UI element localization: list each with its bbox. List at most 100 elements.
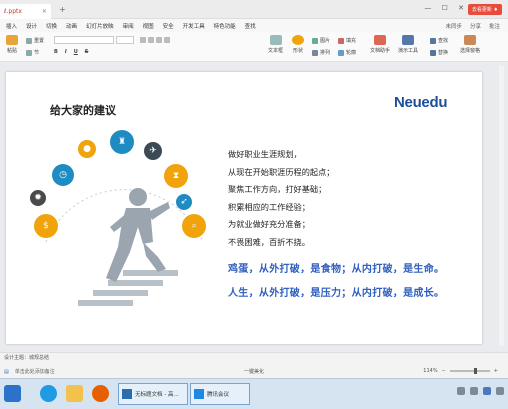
- fill-button[interactable]: 填充: [338, 37, 356, 44]
- document-tab[interactable]: ℓ.pptx ✕: [0, 3, 51, 19]
- assistant-label: 文档助手: [370, 48, 391, 54]
- stair-step: [93, 290, 148, 296]
- bold-button[interactable]: B: [54, 49, 58, 55]
- input-method-icon[interactable]: [483, 387, 491, 395]
- presentation-tools-label: 演示工具: [398, 48, 419, 54]
- shape-button[interactable]: 形状: [292, 35, 304, 54]
- taskbar-window-label: 腾讯会议: [207, 392, 230, 398]
- zoom-level: 114%: [423, 368, 438, 374]
- reset-label: 重置: [34, 38, 45, 44]
- menu-item-review[interactable]: 审阅: [123, 22, 134, 30]
- egg-slogan: 鸡蛋，从外打破，是食物；从内打破，是生命。: [228, 264, 445, 275]
- list-item: 做好职业生涯规划，: [228, 149, 302, 159]
- ribbon-toolbar: 粘贴 重置 节 B I U S 文本框 形状 图片 排列 填充 轮廓 文档助手 …: [0, 32, 508, 62]
- shape-label: 形状: [292, 48, 303, 54]
- window-controls[interactable]: — ☐ ✕: [424, 4, 468, 12]
- list-item: 聚焦工作方向，打好基础；: [228, 184, 327, 194]
- airplane-icon: ✈: [144, 142, 162, 160]
- textbox-button[interactable]: 文本框: [268, 35, 283, 54]
- paste-label: 粘贴: [6, 48, 17, 54]
- vertical-scrollbar[interactable]: [499, 66, 504, 346]
- section-button[interactable]: 节: [26, 49, 39, 56]
- zoom-slider[interactable]: [449, 368, 490, 374]
- select-pane-button[interactable]: 选择窗格: [460, 35, 480, 54]
- menu-bar: 插入 设计 切换 动画 幻灯片放映 审阅 视图 安全 开发工具 特色功能 查找 …: [0, 19, 508, 32]
- stair-step: [123, 270, 178, 276]
- zoom-knob[interactable]: [473, 368, 477, 374]
- presentation-tools-button[interactable]: 演示工具: [398, 35, 418, 54]
- share-button[interactable]: 分享: [470, 22, 481, 30]
- section-icon: [26, 49, 32, 56]
- menu-item-insert[interactable]: 插入: [6, 22, 17, 30]
- assistant-icon: [374, 35, 386, 45]
- doc-assistant-button[interactable]: 文档助手: [370, 35, 390, 54]
- reset-button[interactable]: 重置: [26, 37, 44, 44]
- font-size-field[interactable]: [116, 36, 134, 44]
- menu-item-developer[interactable]: 开发工具: [183, 22, 205, 30]
- menu-item-features[interactable]: 特色功能: [214, 22, 236, 30]
- stair-step: [78, 300, 133, 306]
- list-item: 为就业做好充分准备；: [228, 219, 310, 229]
- folder-icon[interactable]: [66, 385, 83, 402]
- arrange-label: 排列: [320, 50, 331, 56]
- advice-list: 做好职业生涯规划， 从现在开始职涯历程的起点； 聚焦工作方向，打好基础； 积累相…: [228, 146, 418, 251]
- money-bag-icon: $: [34, 214, 58, 238]
- strikethrough-button[interactable]: S: [85, 49, 89, 55]
- wps-icon: [122, 389, 132, 399]
- menu-item-animation[interactable]: 动画: [66, 22, 77, 30]
- notification-icon[interactable]: [496, 387, 504, 395]
- reset-icon: [26, 37, 32, 44]
- outdent-icon: [164, 37, 170, 43]
- man-silhouette: [106, 188, 170, 282]
- textbox-label: 文本框: [268, 48, 284, 54]
- menu-item-search[interactable]: 查找: [245, 22, 256, 30]
- start-icon[interactable]: [4, 385, 21, 402]
- menu-item-slideshow[interactable]: 幻灯片放映: [86, 22, 114, 30]
- arrange-button[interactable]: 排列: [312, 49, 330, 56]
- select-pane-label: 选择窗格: [460, 48, 481, 54]
- ie-icon[interactable]: [40, 385, 57, 402]
- menu-item-view[interactable]: 视图: [143, 22, 154, 30]
- paste-button[interactable]: 粘贴: [6, 35, 18, 54]
- taskbar-window-document[interactable]: 无标题文档 - 高...: [118, 383, 188, 405]
- picture-icon: [312, 37, 318, 44]
- menu-item-design[interactable]: 设计: [26, 22, 37, 30]
- meeting-icon: [194, 389, 204, 399]
- replace-icon: [430, 49, 436, 56]
- volume-icon[interactable]: [470, 387, 478, 395]
- apple-icon: ●: [78, 140, 96, 158]
- picture-button[interactable]: 图片: [312, 37, 330, 44]
- taskbar-window-meeting[interactable]: 腾讯会议: [190, 383, 250, 405]
- new-tab-icon[interactable]: +: [59, 5, 66, 14]
- beautify-button[interactable]: 一键美化: [244, 368, 264, 375]
- fill-icon: [338, 37, 344, 44]
- notes-placeholder[interactable]: 单击此处添加备注: [15, 368, 55, 375]
- numbered-list-icon: [148, 37, 154, 43]
- menu-item-transition[interactable]: 切换: [46, 22, 57, 30]
- underline-button[interactable]: U: [74, 49, 78, 55]
- paragraph-controls[interactable]: [140, 37, 170, 43]
- gear-icon: ✹: [30, 190, 46, 206]
- firefox-icon[interactable]: [92, 385, 109, 402]
- zoom-in-icon[interactable]: +: [494, 368, 498, 374]
- title-bar: ℓ.pptx ✕ + — ☐ ✕ 去看更新 ♦: [0, 0, 508, 19]
- network-icon[interactable]: [457, 387, 465, 395]
- hourglass-icon: ⧗: [164, 164, 188, 188]
- sync-button[interactable]: 去看更新 ♦: [467, 4, 502, 15]
- slide-canvas[interactable]: 给大家的建议 Neuedu ✹ ◷ ● ♜ ✈ ⧗ $ ➶ ⌕ 做好职业生涯规划…: [6, 72, 482, 344]
- font-name-field[interactable]: [54, 36, 114, 44]
- outline-icon: [338, 49, 344, 56]
- sync-status[interactable]: 未同步: [445, 22, 462, 30]
- stopwatch-icon: ◷: [52, 164, 74, 186]
- arrange-icon: [312, 49, 318, 56]
- replace-button[interactable]: 替换: [430, 49, 448, 56]
- menu-item-security[interactable]: 安全: [163, 22, 174, 30]
- outline-button[interactable]: 轮廓: [338, 49, 356, 56]
- select-pane-icon: [464, 35, 476, 45]
- shape-icon: [292, 35, 304, 45]
- find-button[interactable]: 查找: [430, 37, 448, 44]
- comment-button[interactable]: 批注: [489, 22, 500, 30]
- italic-button[interactable]: I: [65, 49, 67, 55]
- close-tab-icon[interactable]: ✕: [42, 8, 47, 15]
- zoom-out-icon[interactable]: −: [442, 368, 446, 374]
